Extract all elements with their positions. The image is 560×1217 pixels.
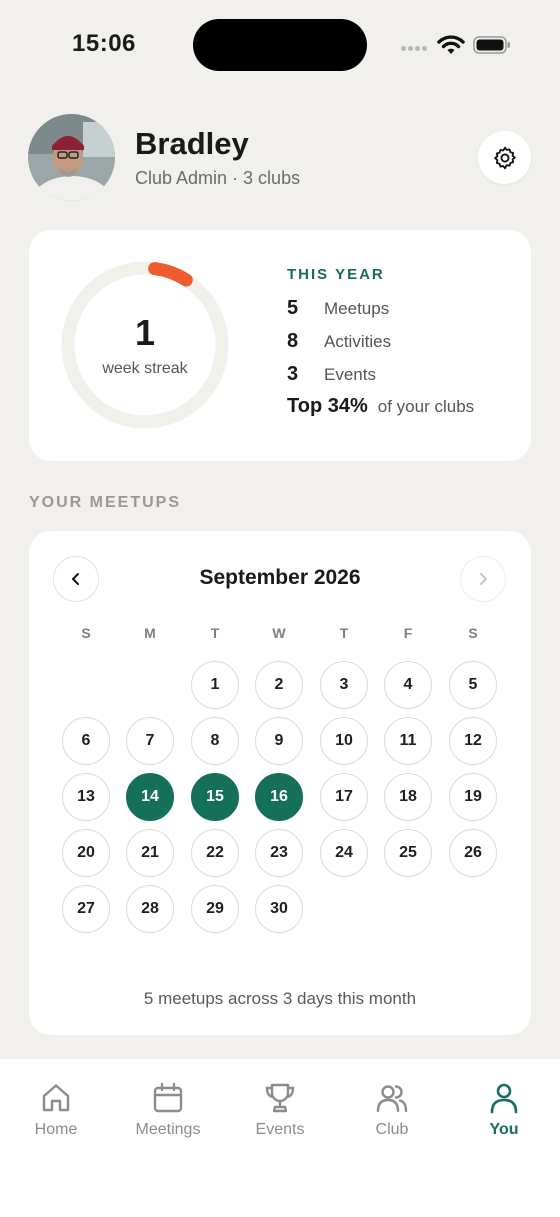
calendar-day[interactable]: 22 [191,829,239,877]
calendar-day[interactable]: 29 [191,885,239,933]
stat-meetups: 5 Meetups [287,297,389,320]
calendar-day[interactable]: 5 [449,661,497,709]
calendar-day[interactable]: 25 [384,829,432,877]
tab-home[interactable]: Home [0,1081,112,1139]
club-rank-value: Top 34% [287,395,368,417]
calendar-day[interactable]: 1 [191,661,239,709]
trophy-icon [265,1083,295,1113]
home-icon [42,1084,70,1112]
stat-label: Meetups [324,299,390,318]
chevron-right-icon [480,573,487,585]
tab-bar: Home Meetings Events Club You [0,1059,560,1217]
stat-label: Activities [324,332,392,351]
avatar-photo [28,114,115,201]
club-rank: Top 34% of your clubs [287,395,474,418]
tab-label: Events [255,1121,305,1138]
gear-icon [493,146,516,169]
users-icon [376,1085,408,1113]
streak-label: week streak [102,360,188,377]
cellular-signal-icon [401,44,429,52]
tab-meetings[interactable]: Meetings [112,1081,224,1139]
calendar-day[interactable]: 13 [62,773,110,821]
profile-subtitle: Club Admin · 3 clubs [135,168,301,188]
calendar-day[interactable]: 30 [255,885,303,933]
status-time: 15:06 [72,30,136,57]
meetups-calendar: September 2026 S M T W T F S 1 2 3 4 5 6 7 8 9 10 11 12 13 1… [29,531,531,1035]
streak-progress-arc [148,262,193,287]
tab-club[interactable]: Club [336,1081,448,1139]
stat-value: 3 [287,363,299,385]
calendar-day[interactable]: 23 [255,829,303,877]
weekday-label: S [81,625,91,641]
calendar-day[interactable]: 26 [449,829,497,877]
calendar-day[interactable]: 10 [320,717,368,765]
tab-events[interactable]: Events [224,1081,336,1139]
calendar-icon [153,1082,183,1113]
streak-value: 1 [134,312,156,353]
settings-button[interactable] [478,131,531,184]
calendar-day[interactable]: 11 [384,717,432,765]
tab-label: Meetings [135,1121,201,1138]
calendar-day-active[interactable]: 15 [191,773,239,821]
weekday-label: S [468,625,478,641]
stat-value: 5 [287,297,299,319]
calendar-day[interactable]: 9 [255,717,303,765]
calendar-day-active[interactable]: 16 [255,773,303,821]
dynamic-island [193,19,367,71]
stat-activities: 8 Activities [287,330,391,353]
tab-label: Club [375,1121,409,1138]
calendar-day[interactable]: 19 [449,773,497,821]
stats-card: 1 week streak THIS YEAR 5 Meetups 8 Acti… [29,230,531,461]
calendar-day[interactable]: 6 [62,717,110,765]
next-month-button[interactable] [460,556,506,602]
calendar-day[interactable]: 24 [320,829,368,877]
calendar-day[interactable]: 18 [384,773,432,821]
battery-icon [473,36,510,54]
tab-you[interactable]: You [448,1081,560,1139]
calendar-day[interactable]: 20 [62,829,110,877]
calendar-summary: 5 meetups across 3 days this month [143,989,417,1008]
calendar-day[interactable]: 21 [126,829,174,877]
user-icon [490,1083,518,1114]
this-year-title: THIS YEAR [287,266,385,283]
calendar-month-title: September 2026 [199,566,361,589]
weekday-label: W [272,625,286,641]
stat-events: 3 Events [287,363,376,386]
profile-name: Bradley [135,126,249,161]
weekday-label: T [210,625,220,641]
calendar-day[interactable]: 28 [126,885,174,933]
weekday-label: T [339,625,349,641]
calendar-day[interactable]: 8 [191,717,239,765]
status-bar: 15:06 [0,0,560,90]
calendar-day[interactable]: 4 [384,661,432,709]
calendar-day[interactable]: 2 [255,661,303,709]
calendar-day[interactable]: 3 [320,661,368,709]
calendar-day[interactable]: 12 [449,717,497,765]
tab-label: Home [34,1121,78,1138]
calendar-day[interactable]: 27 [62,885,110,933]
club-rank-label: of your clubs [377,397,475,416]
tab-label: You [489,1121,519,1138]
stat-value: 8 [287,330,299,352]
stat-label: Events [324,365,376,384]
calendar-day-active[interactable]: 14 [126,773,174,821]
avatar[interactable] [28,114,115,201]
weekday-label: F [403,625,413,641]
calendar-day[interactable]: 7 [126,717,174,765]
calendar-day[interactable]: 17 [320,773,368,821]
meetups-section-title: YOUR MEETUPS [29,494,182,511]
weekday-label: M [144,625,156,641]
wifi-icon [437,35,465,54]
